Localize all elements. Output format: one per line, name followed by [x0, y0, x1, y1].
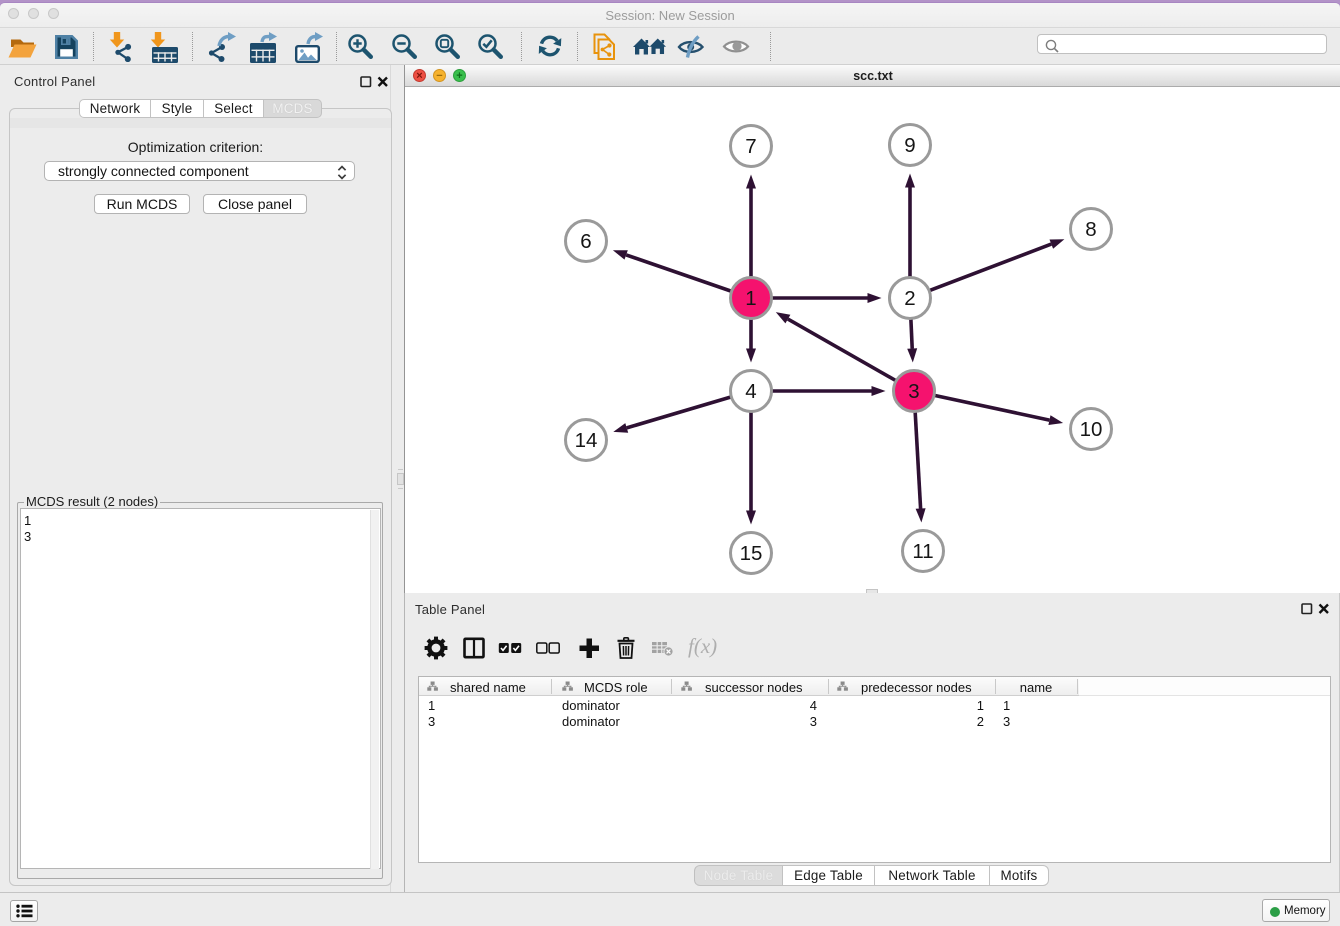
svg-text:9: 9 — [904, 134, 915, 157]
svg-text:11: 11 — [912, 540, 933, 563]
svg-text:14: 14 — [575, 429, 598, 452]
svg-text:10: 10 — [1080, 418, 1103, 441]
svg-text:7: 7 — [745, 135, 756, 158]
svg-text:3: 3 — [908, 380, 919, 403]
svg-text:8: 8 — [1085, 218, 1096, 241]
svg-text:15: 15 — [740, 542, 763, 565]
svg-text:2: 2 — [904, 287, 915, 310]
svg-text:4: 4 — [745, 380, 756, 403]
svg-text:6: 6 — [580, 230, 591, 253]
svg-text:1: 1 — [745, 287, 756, 310]
